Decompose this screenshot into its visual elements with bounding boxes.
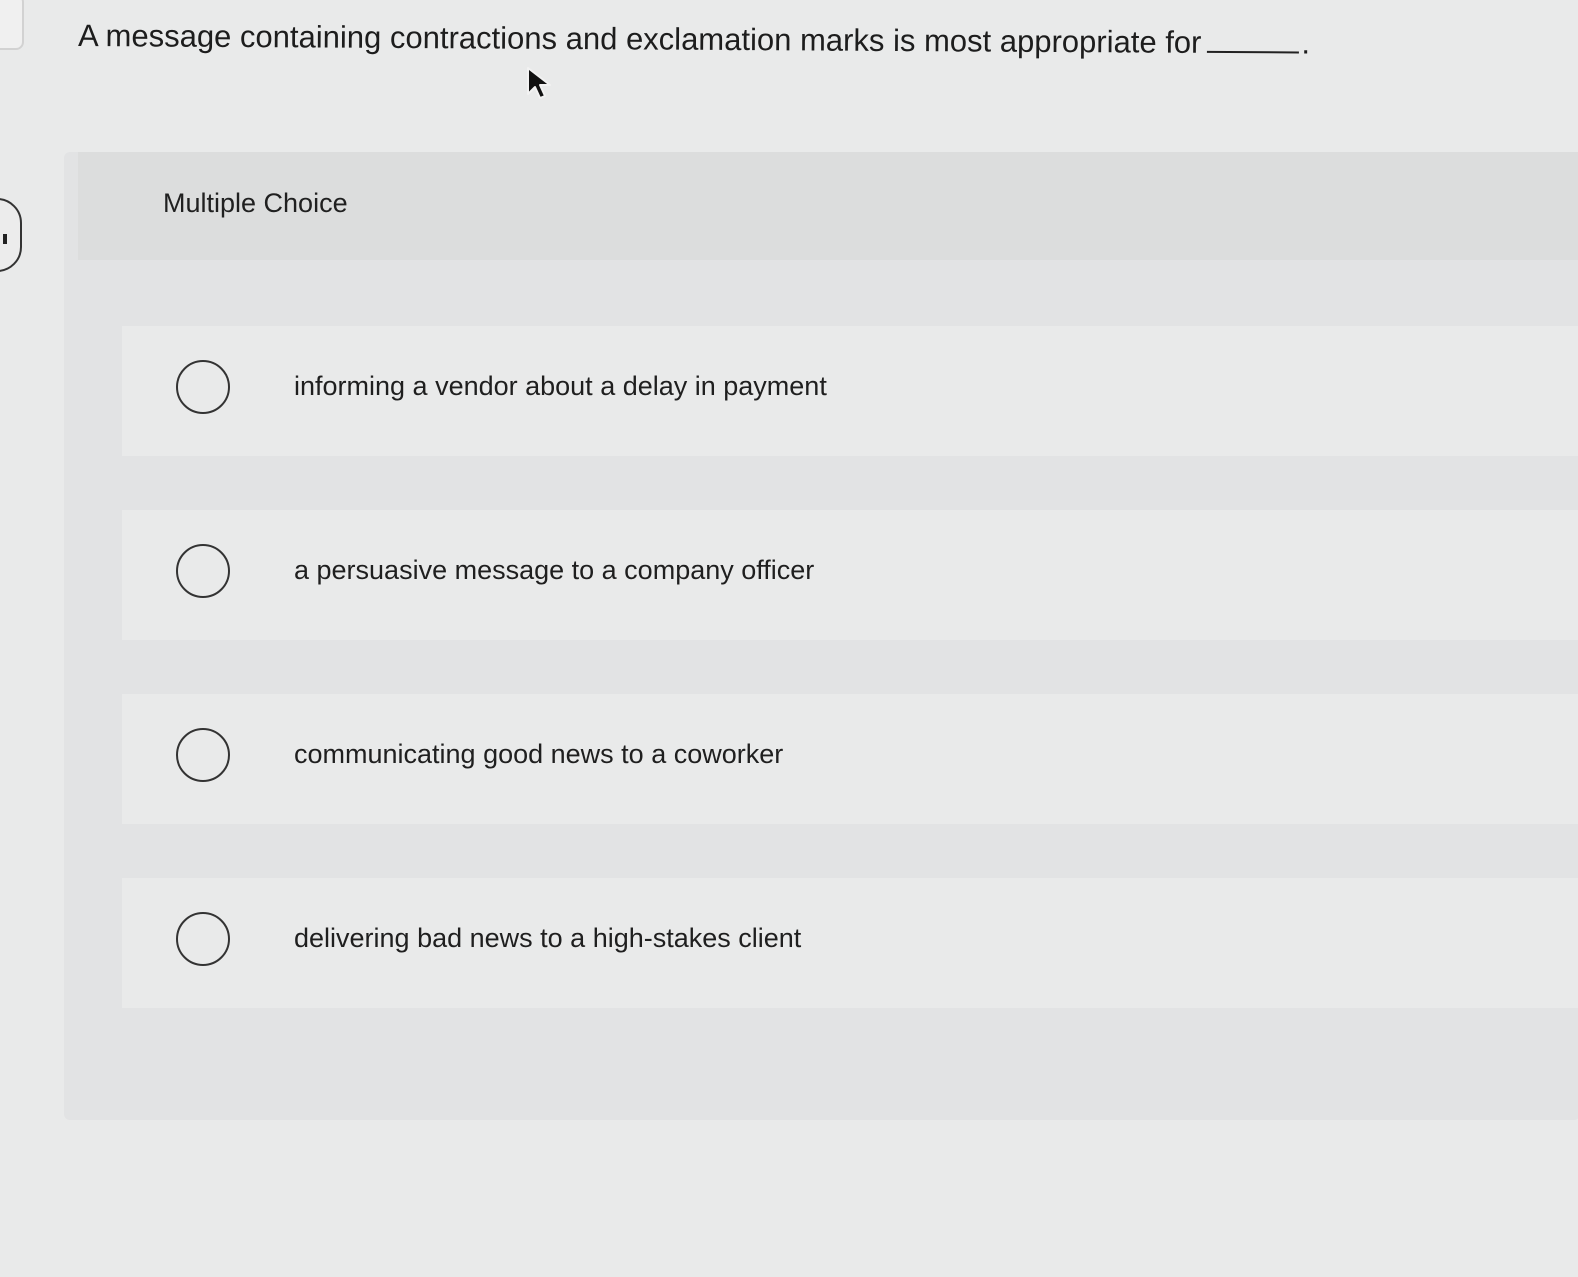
option-row-3[interactable]: communicating good news to a coworker bbox=[122, 694, 1578, 824]
radio-unselected-icon[interactable] bbox=[176, 360, 230, 414]
radio-unselected-icon[interactable] bbox=[176, 728, 230, 782]
question-text: A message containing contractions and ex… bbox=[77, 18, 1202, 60]
option-row-4[interactable]: delivering bad news to a high-stakes cli… bbox=[122, 878, 1578, 1008]
option-label-3: communicating good news to a coworker bbox=[294, 739, 784, 769]
answer-blank bbox=[1207, 28, 1300, 54]
radio-unselected-icon[interactable] bbox=[176, 544, 230, 598]
mouse-pointer-icon bbox=[527, 67, 551, 99]
question-period: . bbox=[1301, 25, 1311, 61]
option-row-2[interactable]: a persuasive message to a company office… bbox=[122, 510, 1578, 640]
question-prompt: A message containing contractions and ex… bbox=[78, 14, 1518, 67]
option-row-1[interactable]: informing a vendor about a delay in paym… bbox=[122, 326, 1578, 456]
option-label-2: a persuasive message to a company office… bbox=[294, 555, 815, 585]
option-label-4: delivering bad news to a high-stakes cli… bbox=[294, 923, 802, 953]
side-tab-button[interactable] bbox=[0, 198, 22, 272]
left-edge-card bbox=[0, 0, 24, 50]
radio-unselected-icon[interactable] bbox=[176, 912, 230, 966]
multiple-choice-label: Multiple Choice bbox=[163, 188, 348, 218]
option-label-1: informing a vendor about a delay in paym… bbox=[294, 371, 827, 401]
